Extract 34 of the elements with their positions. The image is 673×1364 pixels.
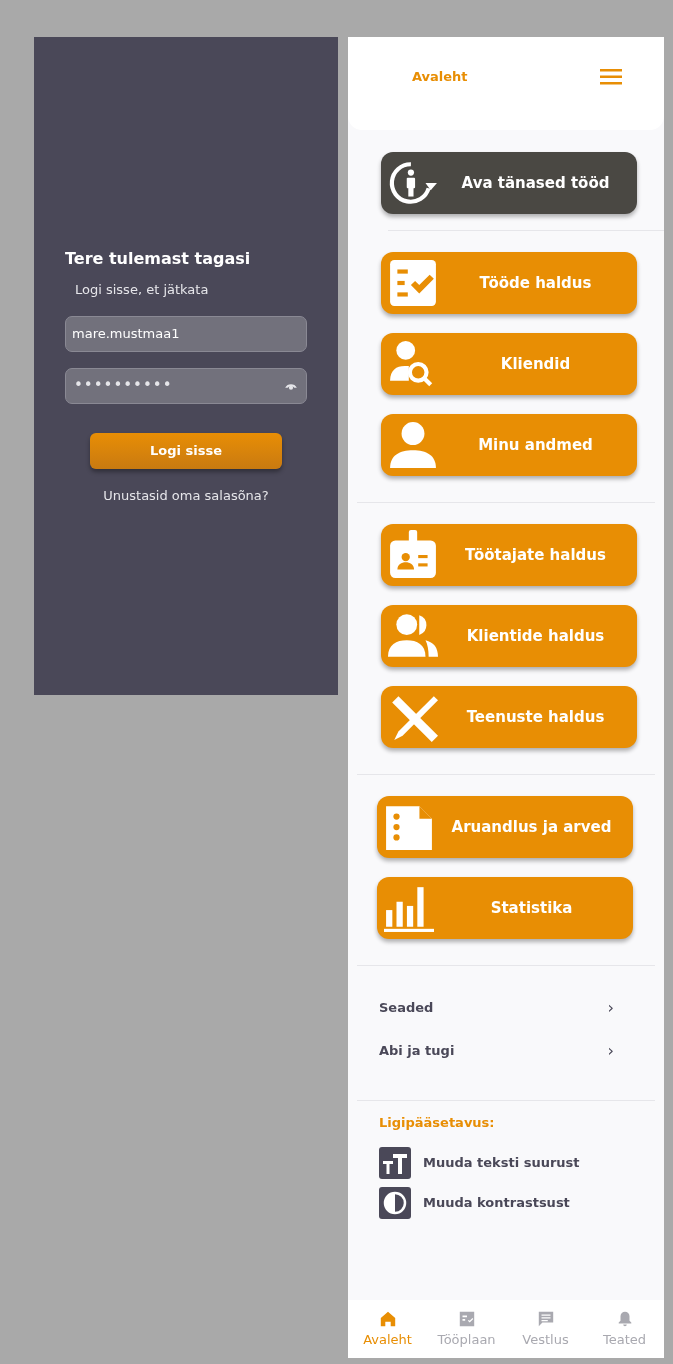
user-icon bbox=[388, 420, 438, 470]
menu-button[interactable]: Kliendid bbox=[381, 333, 637, 395]
contrast-icon bbox=[379, 1186, 411, 1219]
checklist-icon bbox=[388, 258, 438, 308]
menu-button[interactable]: Ava tänased tööd bbox=[381, 152, 637, 214]
nav-tab[interactable]: Tööplaan bbox=[427, 1300, 506, 1358]
login-subtitle: Logi sisse, et jätkata bbox=[75, 281, 210, 299]
checklist-icon bbox=[457, 1310, 476, 1328]
login-button[interactable]: Logi sisse bbox=[90, 432, 282, 469]
accessibility-option[interactable]: Muuda teksti suurust bbox=[379, 1146, 664, 1179]
id-badge-icon bbox=[388, 530, 438, 580]
menu-icon[interactable] bbox=[600, 69, 622, 85]
chat-icon bbox=[536, 1310, 555, 1328]
menu-button[interactable]: Klientide haldus bbox=[381, 605, 637, 667]
menu-button[interactable]: Töötajate haldus bbox=[381, 524, 637, 586]
page-title: Avaleht bbox=[412, 68, 468, 86]
accessibility-option[interactable]: Muuda kontrastsust bbox=[379, 1186, 664, 1219]
settings-link[interactable]: Abi ja tugi › bbox=[348, 1029, 664, 1072]
forgot-password-link[interactable]: Unustasid oma salasõna? bbox=[65, 485, 307, 505]
username-field[interactable]: mare.mustmaa1 bbox=[65, 315, 307, 352]
nav-tab[interactable]: Teated bbox=[585, 1300, 664, 1358]
nav-tab[interactable]: Avaleht bbox=[348, 1300, 427, 1358]
menu-button[interactable]: Statistika bbox=[377, 877, 633, 939]
menu-button[interactable]: Teenuste haldus bbox=[381, 686, 637, 748]
nav-tab[interactable]: Vestlus bbox=[506, 1300, 585, 1358]
welcome-title: Tere tulemast tagasi bbox=[65, 248, 252, 270]
text-size-icon bbox=[379, 1146, 411, 1179]
menu-button[interactable]: Tööde haldus bbox=[381, 252, 637, 314]
menu-button[interactable]: Aruandlus ja arved bbox=[377, 796, 633, 858]
menu-button[interactable]: Minu andmed bbox=[381, 414, 637, 476]
settings-link[interactable]: Seaded › bbox=[348, 986, 664, 1029]
accessibility-title: Ligipääsetavus: bbox=[379, 1114, 496, 1132]
home-icon bbox=[378, 1310, 397, 1328]
password-field[interactable]: •••••••••• bbox=[65, 367, 307, 404]
